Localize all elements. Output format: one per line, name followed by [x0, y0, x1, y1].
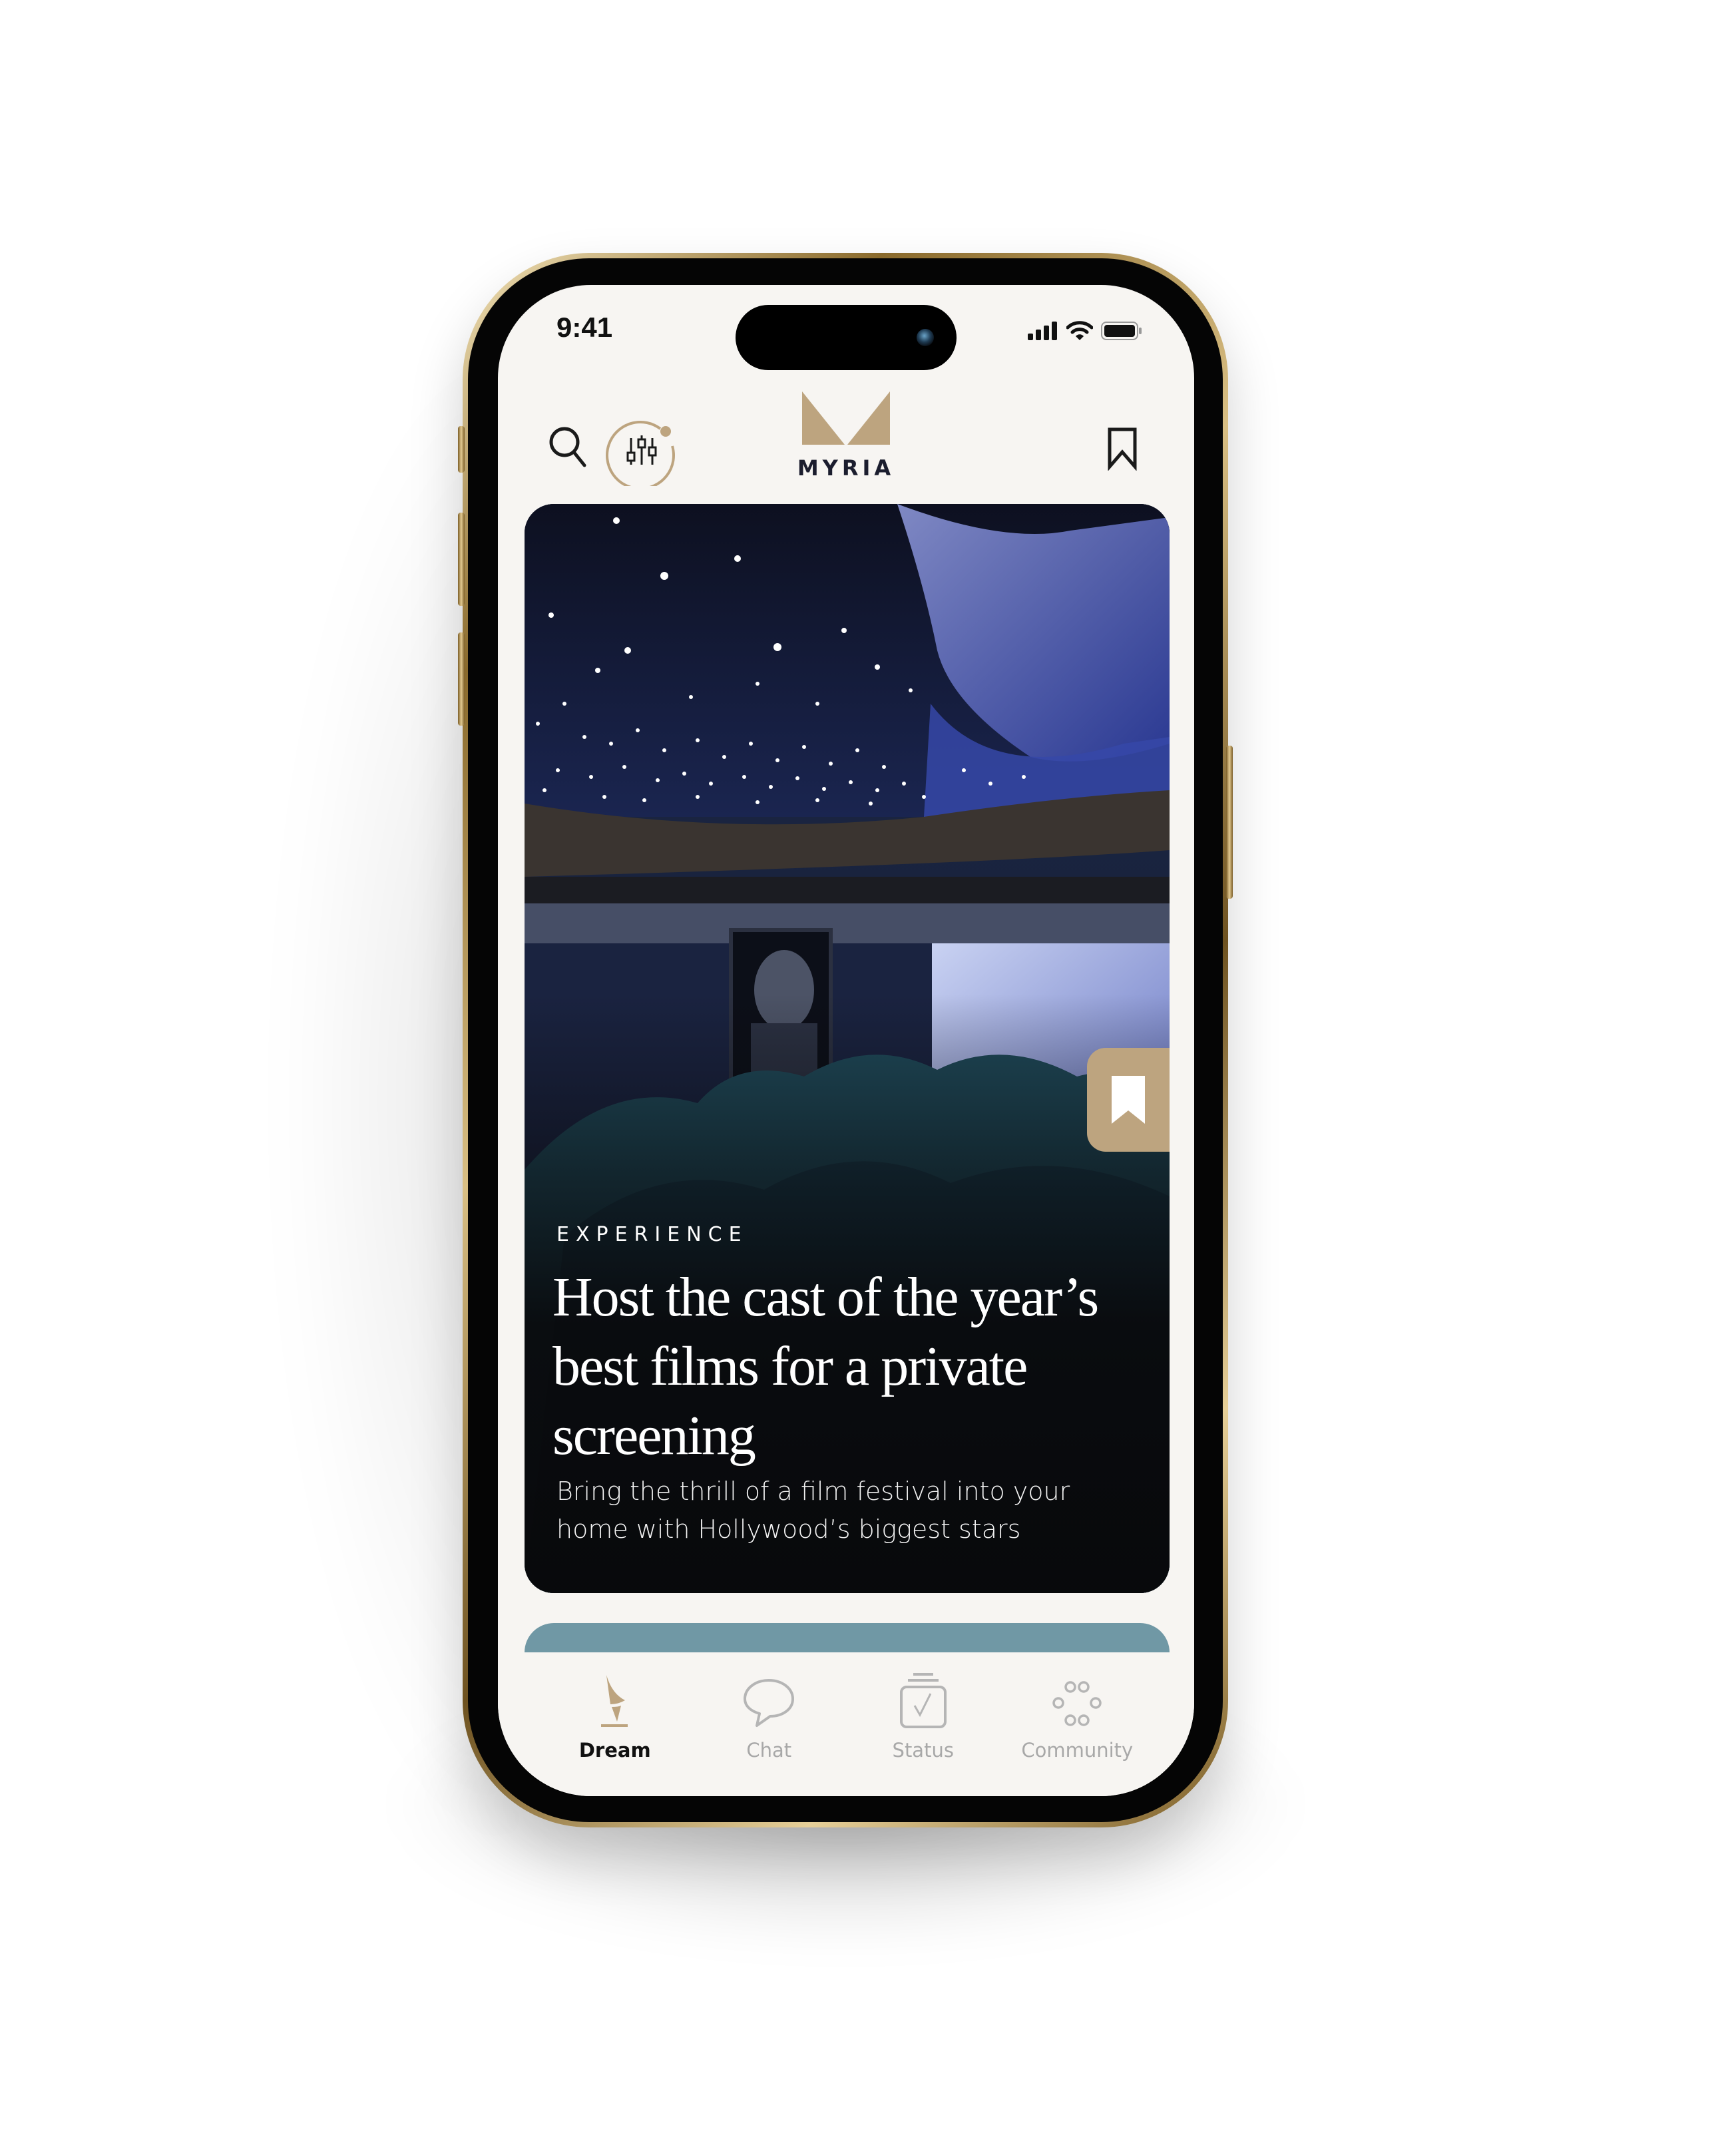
tab-label: Dream	[578, 1739, 651, 1762]
bookmark-filled-icon	[1112, 1076, 1145, 1124]
bookmark-icon	[1108, 427, 1137, 471]
tab-label: Community	[1021, 1739, 1134, 1762]
volume-down-button	[458, 632, 465, 726]
status-icons	[1028, 320, 1142, 342]
wifi-icon	[1066, 321, 1093, 340]
myria-logo[interactable]: MYRIA	[791, 391, 901, 481]
card-subtitle: Bring the thrill of a film festival into…	[556, 1477, 1070, 1544]
dream-sail-icon	[600, 1675, 628, 1727]
volume-up-button	[458, 513, 465, 606]
search-icon	[549, 427, 586, 467]
app-screen: 9:41 MYRIA EXPERIENCE Host the cast of t…	[498, 285, 1194, 1796]
tab-label: Chat	[746, 1739, 792, 1762]
battery-icon	[1101, 322, 1142, 340]
tab-status[interactable]: Status	[857, 1652, 990, 1796]
filter-button[interactable]	[606, 414, 678, 486]
search-button[interactable]	[544, 423, 591, 470]
app-header: MYRIA	[498, 385, 1194, 518]
tab-community[interactable]: Community	[1010, 1652, 1144, 1796]
action-button	[458, 426, 465, 473]
chat-bubble-icon	[744, 1679, 795, 1727]
sliders-icon	[606, 421, 675, 486]
tab-dream[interactable]: Dream	[548, 1652, 682, 1796]
feature-card[interactable]: EXPERIENCE Host the cast of the year’s b…	[525, 504, 1170, 1593]
front-camera-icon	[917, 329, 934, 346]
status-checklist-icon	[899, 1673, 947, 1728]
logo-text: MYRIA	[797, 455, 895, 481]
dynamic-island	[736, 305, 957, 370]
bottom-tab-bar: Dream Chat Status Community	[498, 1652, 1194, 1796]
myria-m-logo-icon	[802, 391, 890, 445]
card-category: EXPERIENCE	[556, 1223, 748, 1246]
saved-button[interactable]	[1102, 425, 1142, 473]
card-title: Host the cast of the year’s best films f…	[552, 1266, 1099, 1467]
status-time: 9:41	[556, 312, 613, 343]
cellular-signal-icon	[1028, 322, 1057, 340]
power-button	[1226, 746, 1233, 899]
community-circles-icon	[1052, 1681, 1102, 1726]
tab-label: Status	[892, 1739, 954, 1762]
tab-chat[interactable]: Chat	[702, 1652, 835, 1796]
card-bookmark-button[interactable]	[1087, 1048, 1170, 1152]
